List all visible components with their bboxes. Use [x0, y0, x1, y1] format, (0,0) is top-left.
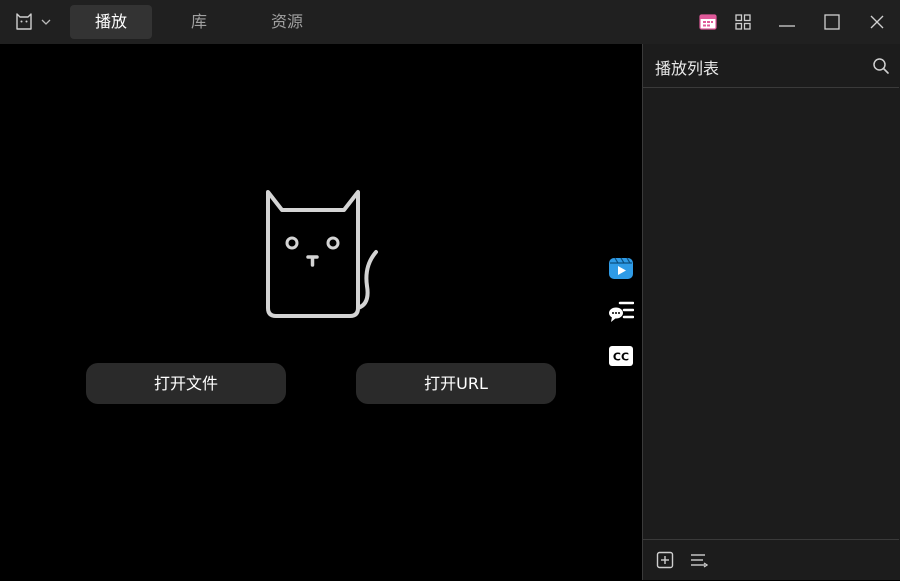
- playlist-search-button[interactable]: [869, 54, 893, 78]
- video-clips-button[interactable]: [607, 254, 635, 282]
- maximize-icon: [824, 14, 840, 30]
- maximize-button[interactable]: [817, 8, 847, 36]
- playlist-footer: [643, 539, 899, 581]
- calendar-button[interactable]: [693, 8, 723, 36]
- tab-play[interactable]: 播放: [70, 5, 152, 39]
- svg-text:CC: CC: [613, 351, 629, 364]
- subtitles-button[interactable]: CC: [607, 342, 635, 370]
- layout-grid-button[interactable]: [728, 8, 758, 36]
- open-url-button[interactable]: 打开URL: [356, 363, 556, 404]
- danmaku-icon: [609, 301, 634, 322]
- playlist-header: 播放列表: [643, 44, 899, 88]
- chevron-down-icon: [41, 19, 51, 25]
- danmaku-button[interactable]: [607, 298, 635, 326]
- minimize-button[interactable]: [772, 8, 802, 36]
- cat-mascot-icon: [266, 190, 378, 318]
- tab-resources[interactable]: 资源: [246, 5, 328, 39]
- title-bar: 播放 库 资源: [0, 0, 900, 44]
- video-clips-icon: [609, 257, 633, 279]
- cat-logo-icon: [16, 13, 32, 30]
- grid-icon: [735, 14, 751, 30]
- playlist-list[interactable]: [643, 88, 899, 538]
- playlist-panel: 播放列表: [642, 44, 900, 580]
- calendar-icon: [699, 14, 717, 30]
- close-button[interactable]: [862, 8, 892, 36]
- open-file-button[interactable]: 打开文件: [86, 363, 286, 404]
- add-to-playlist-button[interactable]: [653, 548, 677, 572]
- player-area[interactable]: 打开文件 打开URL CC: [0, 44, 642, 580]
- tab-library[interactable]: 库: [160, 5, 238, 39]
- subtitles-cc-icon: CC: [609, 346, 633, 366]
- close-icon: [870, 15, 884, 29]
- app-menu-button[interactable]: [14, 10, 54, 34]
- add-icon: [656, 551, 674, 569]
- minimize-icon: [779, 25, 795, 27]
- playlist-title: 播放列表: [655, 59, 720, 78]
- sort-playlist-button[interactable]: [687, 548, 711, 572]
- sort-list-icon: [691, 554, 708, 568]
- search-icon: [873, 58, 889, 74]
